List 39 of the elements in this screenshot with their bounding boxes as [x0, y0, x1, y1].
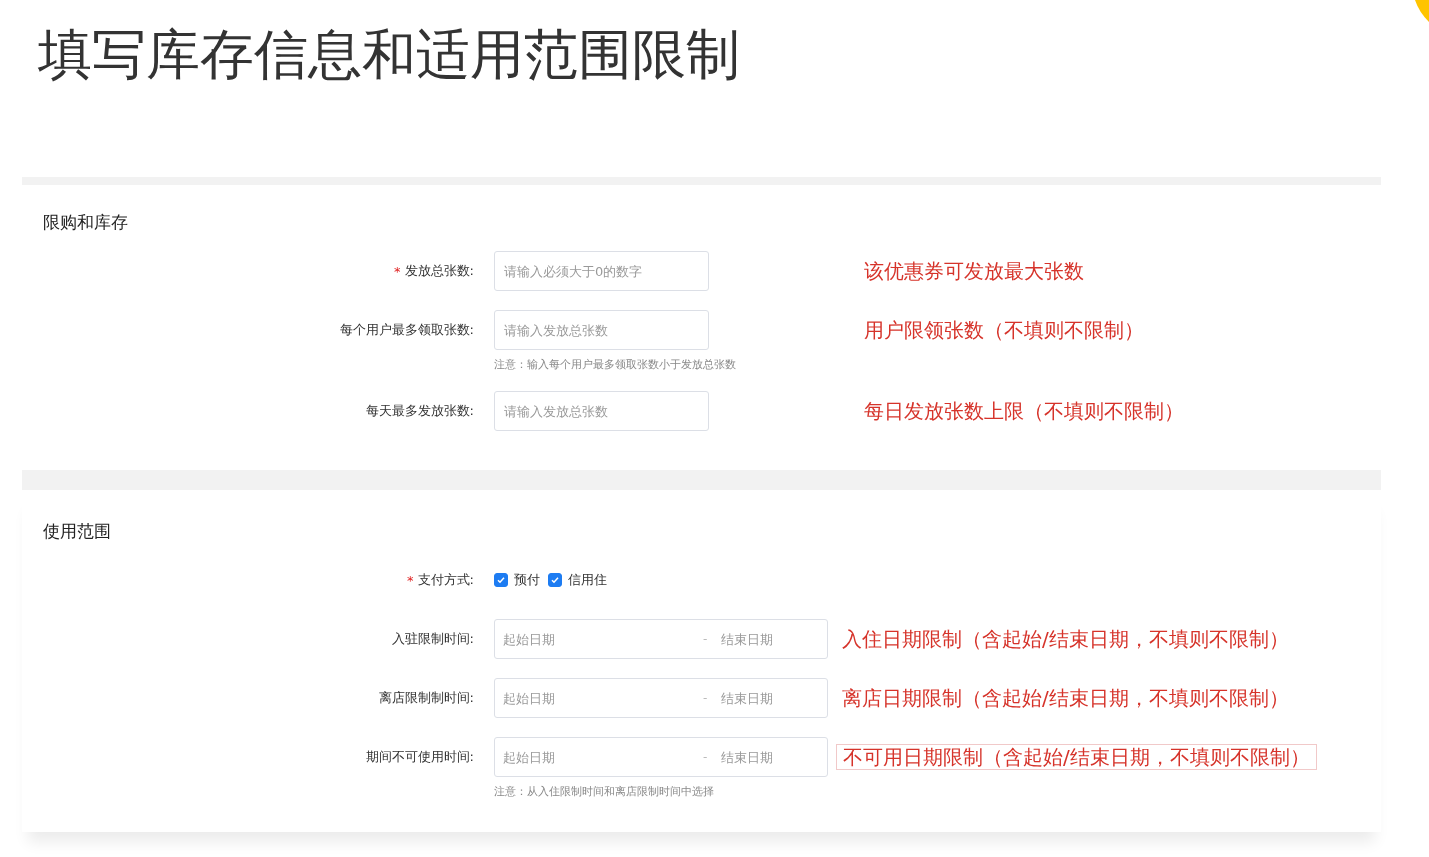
annotation-text: 不可用日期限制（含起始/结束日期，不填则不限制）	[836, 744, 1317, 770]
annotation-text: 离店日期限制（含起始/结束日期，不填则不限制）	[841, 684, 1290, 712]
input-field[interactable]: 请输入必须大于0的数字	[494, 251, 709, 291]
hint-text: 注意：从入住限制时间和离店限制时间中选择	[494, 785, 715, 799]
annotation-text: 用户限领张数（不填则不限制）	[863, 316, 1145, 344]
checkbox[interactable]	[548, 573, 562, 587]
required-mark: *	[394, 263, 401, 279]
start-date-input[interactable]: 起始日期	[503, 690, 623, 706]
page-title: 填写库存信息和适用范围限制	[38, 24, 740, 86]
input-field[interactable]: 请输入发放总张数	[494, 310, 709, 350]
field-label: 每天最多发放张数:	[365, 402, 474, 420]
range-separator: -	[703, 691, 708, 705]
start-date-input[interactable]: 起始日期	[503, 631, 623, 647]
field-label: 发放总张数:	[404, 262, 474, 280]
range-separator: -	[703, 632, 708, 646]
corner-shape	[1415, 0, 1429, 22]
field-label: 期间不可使用时间:	[365, 748, 474, 766]
checkbox[interactable]	[494, 573, 508, 587]
field-label: 入驻限制时间:	[391, 630, 474, 648]
input-field[interactable]: 请输入发放总张数	[494, 391, 709, 431]
checkmark-icon	[496, 575, 506, 585]
checkbox-option[interactable]: 预付	[494, 571, 540, 589]
field-label: 每个用户最多领取张数:	[339, 321, 474, 339]
date-range-field[interactable]: 起始日期 - 结束日期	[494, 737, 828, 777]
annotation-text: 入住日期限制（含起始/结束日期，不填则不限制）	[841, 625, 1290, 653]
field-label: 支付方式:	[417, 571, 474, 589]
section-heading: 使用范围	[43, 520, 111, 543]
checkbox-option[interactable]: 信用住	[548, 571, 607, 589]
hint-text: 注意：输入每个用户最多领取张数小于发放总张数	[494, 358, 737, 372]
required-mark: *	[407, 572, 414, 588]
annotation-text: 每日发放张数上限（不填则不限制）	[863, 397, 1185, 425]
start-date-input[interactable]: 起始日期	[503, 749, 623, 765]
checkmark-icon	[550, 575, 560, 585]
date-range-field[interactable]: 起始日期 - 结束日期	[494, 619, 828, 659]
section-heading: 限购和库存	[43, 211, 128, 234]
range-separator: -	[703, 750, 708, 764]
field-label: 离店限制制时间:	[378, 689, 474, 707]
annotation-text: 该优惠券可发放最大张数	[863, 257, 1085, 285]
date-range-field[interactable]: 起始日期 - 结束日期	[494, 678, 828, 718]
